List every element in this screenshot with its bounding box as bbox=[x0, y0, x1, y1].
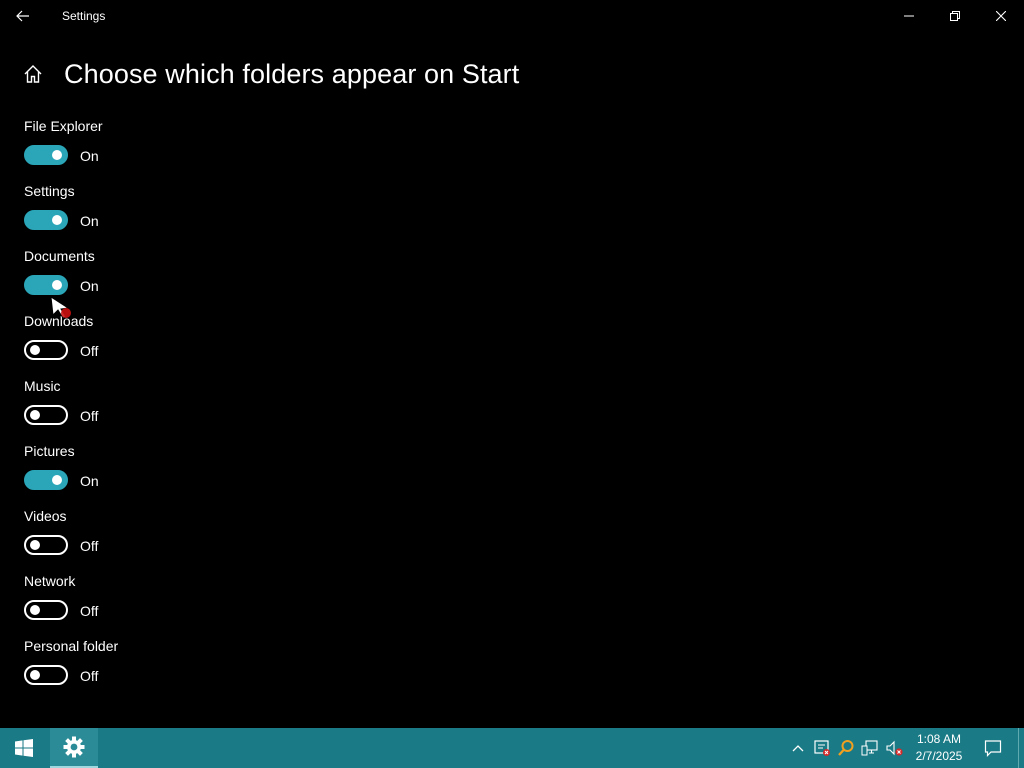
toggle-switch[interactable] bbox=[24, 535, 68, 555]
folder-item-downloads: Downloads Off bbox=[24, 311, 424, 376]
toggle-state-label: Off bbox=[80, 408, 99, 424]
folder-label: Music bbox=[24, 378, 61, 394]
title-bar: Settings bbox=[0, 0, 1024, 32]
folder-label: Network bbox=[24, 573, 76, 589]
toggle-knob bbox=[30, 605, 40, 615]
folder-toggle-list: File Explorer On Settings On Documents O… bbox=[24, 116, 424, 701]
start-button[interactable] bbox=[0, 728, 48, 768]
toggle-knob bbox=[30, 540, 40, 550]
folder-item-settings: Settings On bbox=[24, 181, 424, 246]
tray-network[interactable] bbox=[860, 738, 880, 758]
action-center-button[interactable] bbox=[978, 728, 1008, 768]
toggle-state-label: Off bbox=[80, 538, 99, 554]
toggle-knob bbox=[30, 345, 40, 355]
window-title: Settings bbox=[62, 9, 106, 23]
taskbar-settings-app[interactable] bbox=[50, 728, 98, 768]
clock-time: 1:08 AM bbox=[916, 732, 962, 746]
toggle-state-label: Off bbox=[80, 343, 99, 359]
folder-label: Pictures bbox=[24, 443, 75, 459]
toggle-state-label: Off bbox=[80, 668, 99, 684]
windows-start-icon bbox=[15, 739, 33, 757]
toggle-state-label: On bbox=[80, 473, 99, 489]
restore-button[interactable] bbox=[932, 0, 978, 32]
folder-label: Videos bbox=[24, 508, 67, 524]
folder-label: Settings bbox=[24, 183, 75, 199]
folder-item-pictures: Pictures On bbox=[24, 441, 424, 506]
home-icon[interactable] bbox=[22, 63, 44, 85]
network-icon bbox=[861, 740, 878, 756]
settings-window: Settings Choose which folders appear on … bbox=[0, 0, 1024, 728]
minimize-icon bbox=[904, 15, 914, 17]
toggle-state-label: On bbox=[80, 213, 99, 229]
taskbar-clock[interactable]: 1:08 AM 2/7/2025 bbox=[908, 731, 970, 765]
toggle-knob bbox=[52, 150, 62, 160]
toggle-state-label: On bbox=[80, 278, 99, 294]
tray-search[interactable] bbox=[836, 738, 856, 758]
toggle-knob bbox=[52, 280, 62, 290]
back-button[interactable] bbox=[10, 4, 36, 28]
tray-security[interactable] bbox=[812, 738, 832, 758]
volume-muted-icon bbox=[886, 740, 903, 756]
toggle-switch[interactable] bbox=[24, 665, 68, 685]
toggle-state-label: Off bbox=[80, 603, 99, 619]
minimize-button[interactable] bbox=[886, 0, 932, 32]
toggle-switch[interactable] bbox=[24, 275, 68, 295]
settings-gear-icon bbox=[63, 736, 85, 758]
toggle-switch[interactable] bbox=[24, 210, 68, 230]
page-title: Choose which folders appear on Start bbox=[64, 58, 520, 89]
chevron-up-icon bbox=[792, 745, 804, 752]
folder-label: File Explorer bbox=[24, 118, 103, 134]
notification-icon bbox=[984, 740, 1002, 757]
show-hidden-icons-button[interactable] bbox=[788, 738, 808, 758]
folder-item-videos: Videos Off bbox=[24, 506, 424, 571]
close-button[interactable] bbox=[978, 0, 1024, 32]
toggle-knob bbox=[30, 670, 40, 680]
toggle-knob bbox=[52, 215, 62, 225]
folder-item-personal-folder: Personal folder Off bbox=[24, 636, 424, 701]
taskbar: 1:08 AM 2/7/2025 bbox=[0, 728, 1024, 768]
show-desktop-button[interactable] bbox=[1018, 728, 1024, 768]
clock-date: 2/7/2025 bbox=[915, 749, 963, 763]
toggle-knob bbox=[52, 475, 62, 485]
folder-item-documents: Documents On bbox=[24, 246, 424, 311]
folder-item-music: Music Off bbox=[24, 376, 424, 441]
back-arrow-icon bbox=[16, 10, 29, 22]
folder-label: Documents bbox=[24, 248, 95, 264]
toggle-switch[interactable] bbox=[24, 340, 68, 360]
security-icon bbox=[814, 740, 830, 756]
toggle-knob bbox=[30, 410, 40, 420]
folder-label: Personal folder bbox=[24, 638, 119, 654]
tray-volume[interactable] bbox=[884, 738, 904, 758]
toggle-switch[interactable] bbox=[24, 145, 68, 165]
toggle-switch[interactable] bbox=[24, 600, 68, 620]
folder-item-file-explorer: File Explorer On bbox=[24, 116, 424, 181]
toggle-switch[interactable] bbox=[24, 405, 68, 425]
restore-icon bbox=[950, 11, 960, 21]
close-icon bbox=[996, 11, 1006, 21]
folder-item-network: Network Off bbox=[24, 571, 424, 636]
search-icon bbox=[838, 740, 854, 756]
page-header: Choose which folders appear on Start bbox=[22, 56, 519, 92]
toggle-state-label: On bbox=[80, 148, 99, 164]
toggle-switch[interactable] bbox=[24, 470, 68, 490]
folder-label: Downloads bbox=[24, 313, 94, 329]
